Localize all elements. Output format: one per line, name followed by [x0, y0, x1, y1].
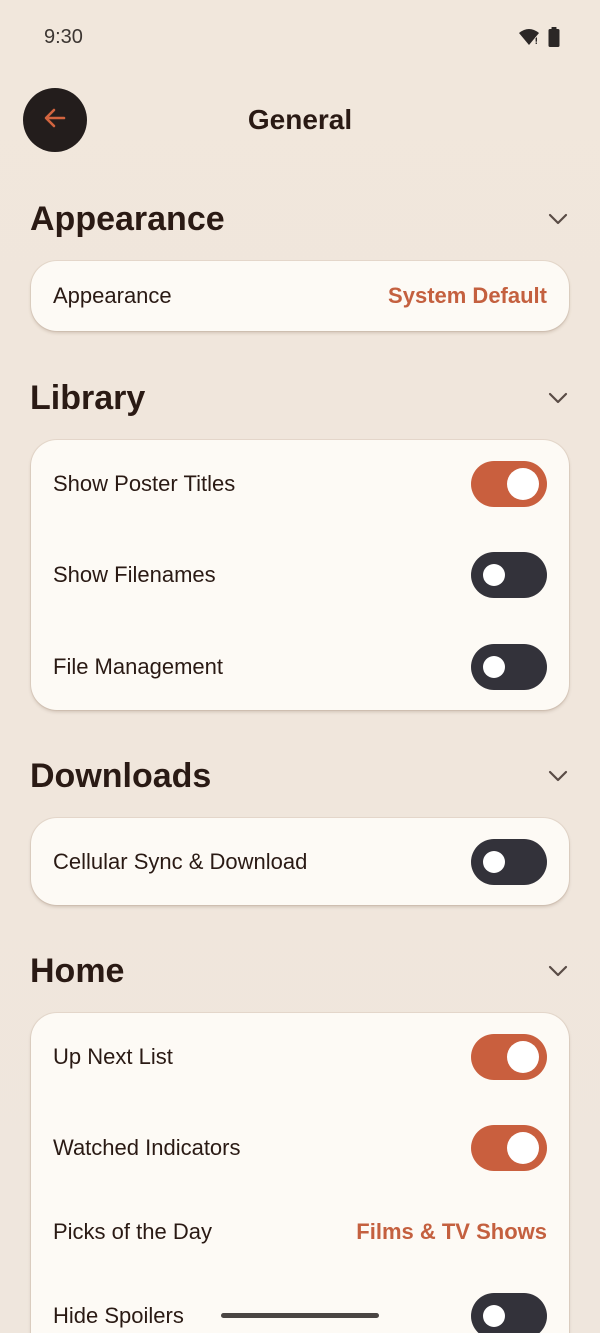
- row-label: Picks of the Day: [53, 1219, 212, 1244]
- section-header-downloads[interactable]: Downloads: [30, 751, 570, 801]
- picks-of-the-day-row[interactable]: Picks of the Day Films & TV Shows: [53, 1202, 547, 1262]
- file-management-row[interactable]: File Management: [53, 637, 547, 697]
- section-header-library[interactable]: Library: [30, 373, 570, 423]
- show-filenames-toggle[interactable]: [471, 552, 547, 598]
- section-title: Library: [30, 378, 146, 417]
- show-poster-titles-toggle[interactable]: [471, 461, 547, 507]
- status-time: 9:30: [44, 26, 83, 48]
- row-label: Hide Spoilers: [53, 1303, 184, 1328]
- section-title: Home: [30, 951, 125, 990]
- home-card: Up Next List Watched Indicators Picks of…: [31, 1013, 569, 1333]
- picks-of-the-day-value: Films & TV Shows: [356, 1219, 547, 1244]
- row-label: Watched Indicators: [53, 1135, 241, 1160]
- watched-indicators-toggle[interactable]: [471, 1125, 547, 1171]
- row-label: Cellular Sync & Download: [53, 849, 308, 874]
- watched-indicators-row[interactable]: Watched Indicators: [53, 1118, 547, 1178]
- appearance-value: System Default: [388, 283, 547, 308]
- row-label: Show Poster Titles: [53, 471, 236, 496]
- chevron-down-icon[interactable]: [546, 764, 570, 788]
- top-app-bar: General: [0, 88, 600, 152]
- appearance-card: Appearance System Default: [31, 261, 569, 331]
- battery-icon: [548, 27, 560, 52]
- row-label: Show Filenames: [53, 562, 216, 587]
- wifi-icon: [518, 27, 540, 52]
- hide-spoilers-toggle[interactable]: [471, 1293, 547, 1333]
- toggle-knob: [507, 1041, 539, 1073]
- appearance-row[interactable]: Appearance System Default: [53, 266, 547, 326]
- section-header-appearance[interactable]: Appearance: [30, 194, 570, 244]
- cellular-sync-row[interactable]: Cellular Sync & Download: [53, 832, 547, 892]
- up-next-list-toggle[interactable]: [471, 1034, 547, 1080]
- file-management-toggle[interactable]: [471, 644, 547, 690]
- show-filenames-row[interactable]: Show Filenames: [53, 545, 547, 605]
- section-header-home[interactable]: Home: [30, 946, 570, 996]
- row-label: Up Next List: [53, 1044, 173, 1069]
- chevron-down-icon[interactable]: [546, 386, 570, 410]
- toggle-knob: [483, 851, 505, 873]
- toggle-knob: [483, 656, 505, 678]
- status-bar: 9:30: [0, 0, 600, 76]
- section-title: Appearance: [30, 199, 225, 238]
- chevron-down-icon[interactable]: [546, 959, 570, 983]
- row-label: File Management: [53, 654, 223, 679]
- downloads-card: Cellular Sync & Download: [31, 818, 569, 905]
- status-icons: [518, 27, 560, 52]
- chevron-down-icon[interactable]: [546, 207, 570, 231]
- show-poster-titles-row[interactable]: Show Poster Titles: [53, 454, 547, 514]
- cellular-sync-toggle[interactable]: [471, 839, 547, 885]
- toggle-knob: [483, 564, 505, 586]
- gesture-nav-handle[interactable]: [221, 1313, 379, 1318]
- toggle-knob: [483, 1305, 505, 1327]
- toggle-knob: [507, 1132, 539, 1164]
- hide-spoilers-row[interactable]: Hide Spoilers: [53, 1286, 547, 1333]
- library-card: Show Poster Titles Show Filenames File M…: [31, 440, 569, 710]
- up-next-list-row[interactable]: Up Next List: [53, 1027, 547, 1087]
- section-title: Downloads: [30, 756, 212, 795]
- page-title: General: [247, 104, 353, 135]
- toggle-knob: [507, 468, 539, 500]
- row-label: Appearance: [53, 283, 172, 308]
